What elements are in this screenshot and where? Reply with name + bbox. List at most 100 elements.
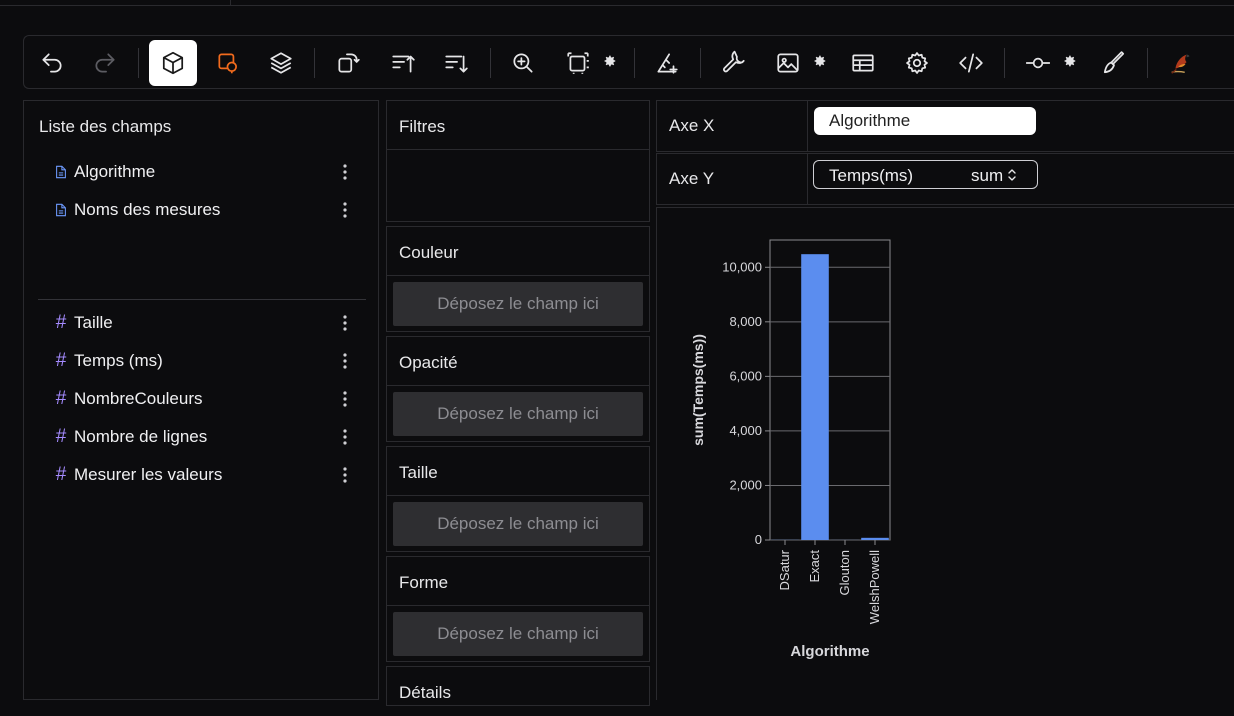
chevron-updown-icon[interactable] [1007, 167, 1017, 181]
settings-small-icon[interactable] [602, 53, 618, 69]
more-options-icon[interactable] [340, 162, 350, 182]
size-drop-zone[interactable]: Déposez le champ ici [393, 502, 643, 546]
bar-chart: 02,0004,0006,0008,00010,000DSaturExactGl… [657, 208, 1233, 700]
toolbar-separator [314, 48, 315, 78]
toolbar-separator [1004, 48, 1005, 78]
zoom-in-icon[interactable] [499, 40, 547, 86]
aggregate-select[interactable]: sum [971, 166, 1003, 186]
field-label: NombreCouleurs [74, 389, 203, 409]
more-options-icon[interactable] [340, 465, 350, 485]
y-tick-label: 6,000 [729, 368, 762, 383]
size-heading: Taille [387, 447, 649, 496]
color-heading: Couleur [387, 227, 649, 276]
sort-descending-icon[interactable] [432, 40, 480, 86]
shape-drop-zone[interactable]: Déposez le champ ici [393, 612, 643, 656]
size-section: Taille Déposez le champ ici [386, 446, 650, 552]
x-axis-field-pill[interactable]: Algorithme [814, 107, 1036, 135]
image-icon[interactable] [764, 40, 812, 86]
code-icon[interactable] [947, 40, 995, 86]
field-label: Algorithme [74, 162, 155, 182]
select-shape-icon[interactable] [204, 40, 252, 86]
toolbar-separator [1147, 48, 1148, 78]
redo-icon[interactable] [81, 40, 129, 86]
plot-frame [770, 240, 890, 540]
field-label: Taille [74, 313, 113, 333]
field-label: Nombre de lignes [74, 427, 207, 447]
image-settings-icon[interactable] [812, 53, 828, 69]
y-axis-row: Axe Y Temps(ms) sum [656, 153, 1234, 205]
field-item-algorithme[interactable]: Algorithme [52, 159, 352, 185]
fields-panel-title: Liste des champs [39, 117, 171, 137]
x-axis-row: Axe X Algorithme [656, 100, 1234, 152]
x-tick-label: Glouton [837, 550, 852, 596]
opacity-drop-zone[interactable]: Déposez le champ ici [393, 392, 643, 436]
shape-heading: Forme [387, 557, 649, 606]
x-tick-label: Exact [807, 550, 822, 583]
y-tick-label: 0 [755, 532, 762, 547]
sort-ascending-icon[interactable] [379, 40, 427, 86]
field-item-nombrecouleurs[interactable]: # NombreCouleurs [52, 386, 352, 412]
details-heading: Détails [387, 667, 649, 716]
bird-logo [1157, 40, 1205, 86]
undo-icon[interactable] [28, 40, 76, 86]
opacity-heading: Opacité [387, 337, 649, 386]
hash-icon: # [52, 350, 70, 372]
y-axis-field-pill[interactable]: Temps(ms) sum [813, 160, 1038, 189]
y-tick-label: 8,000 [729, 314, 762, 329]
field-item-mesurer-les-valeurs[interactable]: # Mesurer les valeurs [52, 462, 352, 488]
y-axis-field-name: Temps(ms) [829, 166, 913, 185]
transpose-icon[interactable] [324, 40, 372, 86]
toolbar-separator [138, 48, 139, 78]
filters-heading: Filtres [387, 101, 649, 150]
commit-node-icon[interactable] [1014, 40, 1062, 86]
y-tick-label: 4,000 [729, 423, 762, 438]
field-item-temps[interactable]: # Temps (ms) [52, 348, 352, 374]
hash-icon: # [52, 312, 70, 334]
more-options-icon[interactable] [340, 351, 350, 371]
color-drop-zone[interactable]: Déposez le champ ici [393, 282, 643, 326]
details-section: Détails [386, 666, 650, 706]
x-axis-title: Algorithme [790, 643, 869, 660]
resize-icon[interactable] [554, 40, 602, 86]
field-item-taille[interactable]: # Taille [52, 310, 352, 336]
more-options-icon[interactable] [340, 313, 350, 333]
color-section: Couleur Déposez le champ ici [386, 226, 650, 332]
fields-divider [38, 299, 366, 300]
x-axis-label: Axe X [669, 116, 714, 136]
field-label: Temps (ms) [74, 351, 163, 371]
axes-panel: Axe X Algorithme Axe Y Temps(ms) sum [656, 100, 1234, 206]
more-options-icon[interactable] [340, 389, 350, 409]
field-item-noms-des-mesures[interactable]: Noms des mesures [52, 197, 352, 223]
toolbar [23, 35, 1234, 89]
more-options-icon[interactable] [340, 200, 350, 220]
node-settings-icon[interactable] [1062, 53, 1078, 69]
brush-icon[interactable] [1090, 40, 1138, 86]
toolbar-separator [490, 48, 491, 78]
layers-icon[interactable] [257, 40, 305, 86]
field-label: Mesurer les valeurs [74, 465, 222, 485]
hash-icon: # [52, 426, 70, 448]
document-icon [52, 202, 70, 218]
fields-panel: Liste des champs Algorithme Noms des mes… [23, 100, 379, 700]
encoding-column: Filtres Couleur Déposez le champ ici Opa… [386, 100, 650, 700]
hash-icon: # [52, 464, 70, 486]
hash-icon: # [52, 388, 70, 410]
document-icon [52, 164, 70, 180]
y-axis-label: Axe Y [669, 169, 714, 189]
more-options-icon[interactable] [340, 427, 350, 447]
axis-crosshair-icon[interactable] [643, 40, 691, 86]
y-tick-label: 10,000 [722, 259, 762, 274]
opacity-section: Opacité Déposez le champ ici [386, 336, 650, 442]
cube-icon[interactable] [149, 40, 197, 86]
wrench-icon[interactable] [710, 40, 758, 86]
field-item-nombre-de-lignes[interactable]: # Nombre de lignes [52, 424, 352, 450]
field-label: Noms des mesures [74, 200, 220, 220]
y-tick-label: 2,000 [729, 477, 762, 492]
filters-section: Filtres [386, 100, 650, 222]
table-icon[interactable] [839, 40, 887, 86]
gear-icon[interactable] [893, 40, 941, 86]
toolbar-separator [700, 48, 701, 78]
y-axis-title: sum(Temps(ms)) [690, 334, 706, 446]
shape-section: Forme Déposez le champ ici [386, 556, 650, 662]
window-top-edge [0, 0, 1234, 6]
